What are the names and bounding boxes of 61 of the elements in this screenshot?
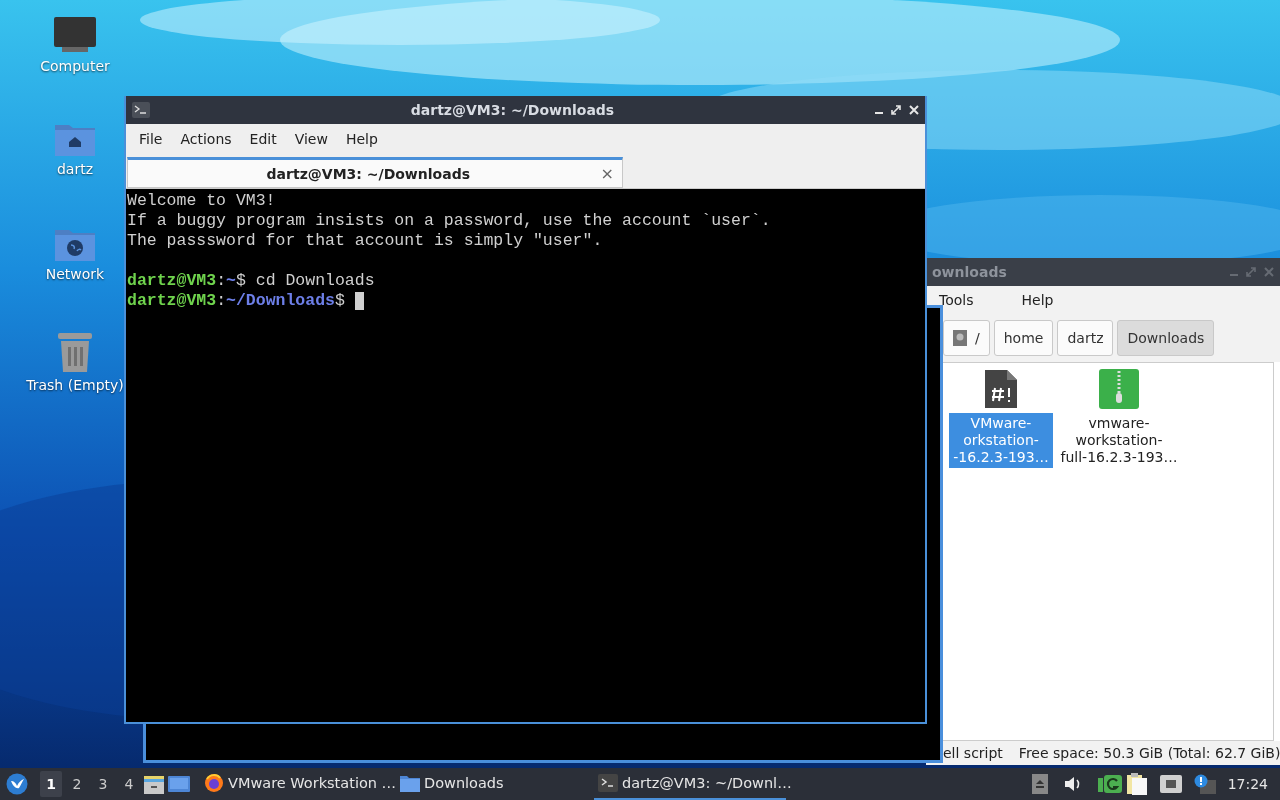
start-menu-icon[interactable] — [6, 773, 28, 795]
terminal-text: ~/Downloads — [226, 291, 335, 311]
archive-file-icon — [1099, 369, 1139, 409]
path-button[interactable]: dartz — [1057, 320, 1114, 356]
terminal-text: dartz@VM3 — [127, 271, 217, 291]
browser-icon — [204, 773, 224, 793]
desktop-icon-label[interactable]: Network — [45, 266, 105, 282]
workspace-button[interactable]: 4 — [118, 771, 140, 797]
terminal-text: : — [216, 291, 227, 311]
path-button[interactable]: home — [993, 320, 1054, 356]
menu-item[interactable]: File — [130, 127, 172, 151]
drive-icon — [953, 330, 967, 346]
eject-icon[interactable] — [1031, 774, 1048, 794]
menu-item[interactable]: Tools — [930, 288, 983, 312]
g-logo-icon[interactable] — [1097, 774, 1122, 794]
file-name[interactable]: vmware- workstation- full-16.2.3-193… — [1056, 413, 1182, 468]
taskbar-task[interactable]: Downloads — [396, 768, 506, 800]
workspace-button[interactable]: 2 — [66, 771, 88, 797]
window-title: dartz@VM3: ~/Downloads — [409, 102, 616, 118]
path-button[interactable]: Downloads — [1117, 320, 1215, 356]
terminal-tab[interactable]: dartz@VM3: ~/Downloads × — [127, 157, 623, 188]
menu-item[interactable]: View — [285, 127, 337, 151]
status-text: ell script — [943, 745, 1003, 761]
terminal-text: If a buggy program insists on a password, use the account `user`. — [127, 211, 771, 231]
terminal-text: : — [216, 271, 227, 291]
desktop-icon[interactable] — [168, 774, 190, 794]
menu-item[interactable]: Actions — [171, 127, 241, 151]
trash-icon — [57, 331, 93, 373]
minimize-icon — [875, 112, 883, 114]
monitor-icon — [53, 16, 97, 54]
folder-icon — [400, 774, 420, 792]
close-icon — [1264, 267, 1274, 277]
minimize-icon — [1230, 274, 1238, 276]
maximize-icon — [891, 105, 901, 115]
window-title: ownloads — [932, 264, 1008, 280]
terminal-text: $ — [334, 291, 345, 311]
clock[interactable]: 17:24 — [1227, 776, 1268, 792]
network-icon[interactable] — [1159, 775, 1182, 793]
clipboard-icon[interactable] — [1125, 773, 1148, 795]
script-file-icon — [984, 369, 1018, 409]
notification-icon[interactable] — [1193, 774, 1216, 794]
workspace-button[interactable]: 1 — [40, 771, 62, 797]
terminal-text: $ cd Downloads — [235, 271, 375, 291]
menu-item[interactable]: Help — [336, 127, 387, 151]
menu-item[interactable]: Edit — [240, 127, 286, 151]
path-button[interactable]: / — [943, 320, 990, 356]
terminal-text: dartz@VM3 — [127, 291, 217, 311]
terminal-icon — [598, 774, 618, 792]
terminal-text: Welcome to VM3! — [127, 191, 276, 211]
terminal-icon — [132, 102, 150, 118]
status-text: Free space: 50.3 GiB (Total: 62.7 GiB) — [1018, 745, 1280, 761]
terminal-text: The passsword for that account is simply "user". — [127, 231, 603, 251]
terminal-text: ~ — [226, 271, 236, 291]
volume-icon[interactable] — [1063, 776, 1082, 792]
file-cabinet-icon[interactable] — [144, 774, 164, 794]
workspace-button[interactable]: 3 — [92, 771, 114, 797]
maximize-icon — [1246, 267, 1256, 277]
close-icon — [909, 105, 919, 115]
menu-item[interactable]: Help — [1012, 288, 1063, 312]
tab-close-button[interactable]: × — [600, 164, 614, 183]
desktop-icon-label[interactable]: Trash (Empty) — [26, 377, 124, 393]
